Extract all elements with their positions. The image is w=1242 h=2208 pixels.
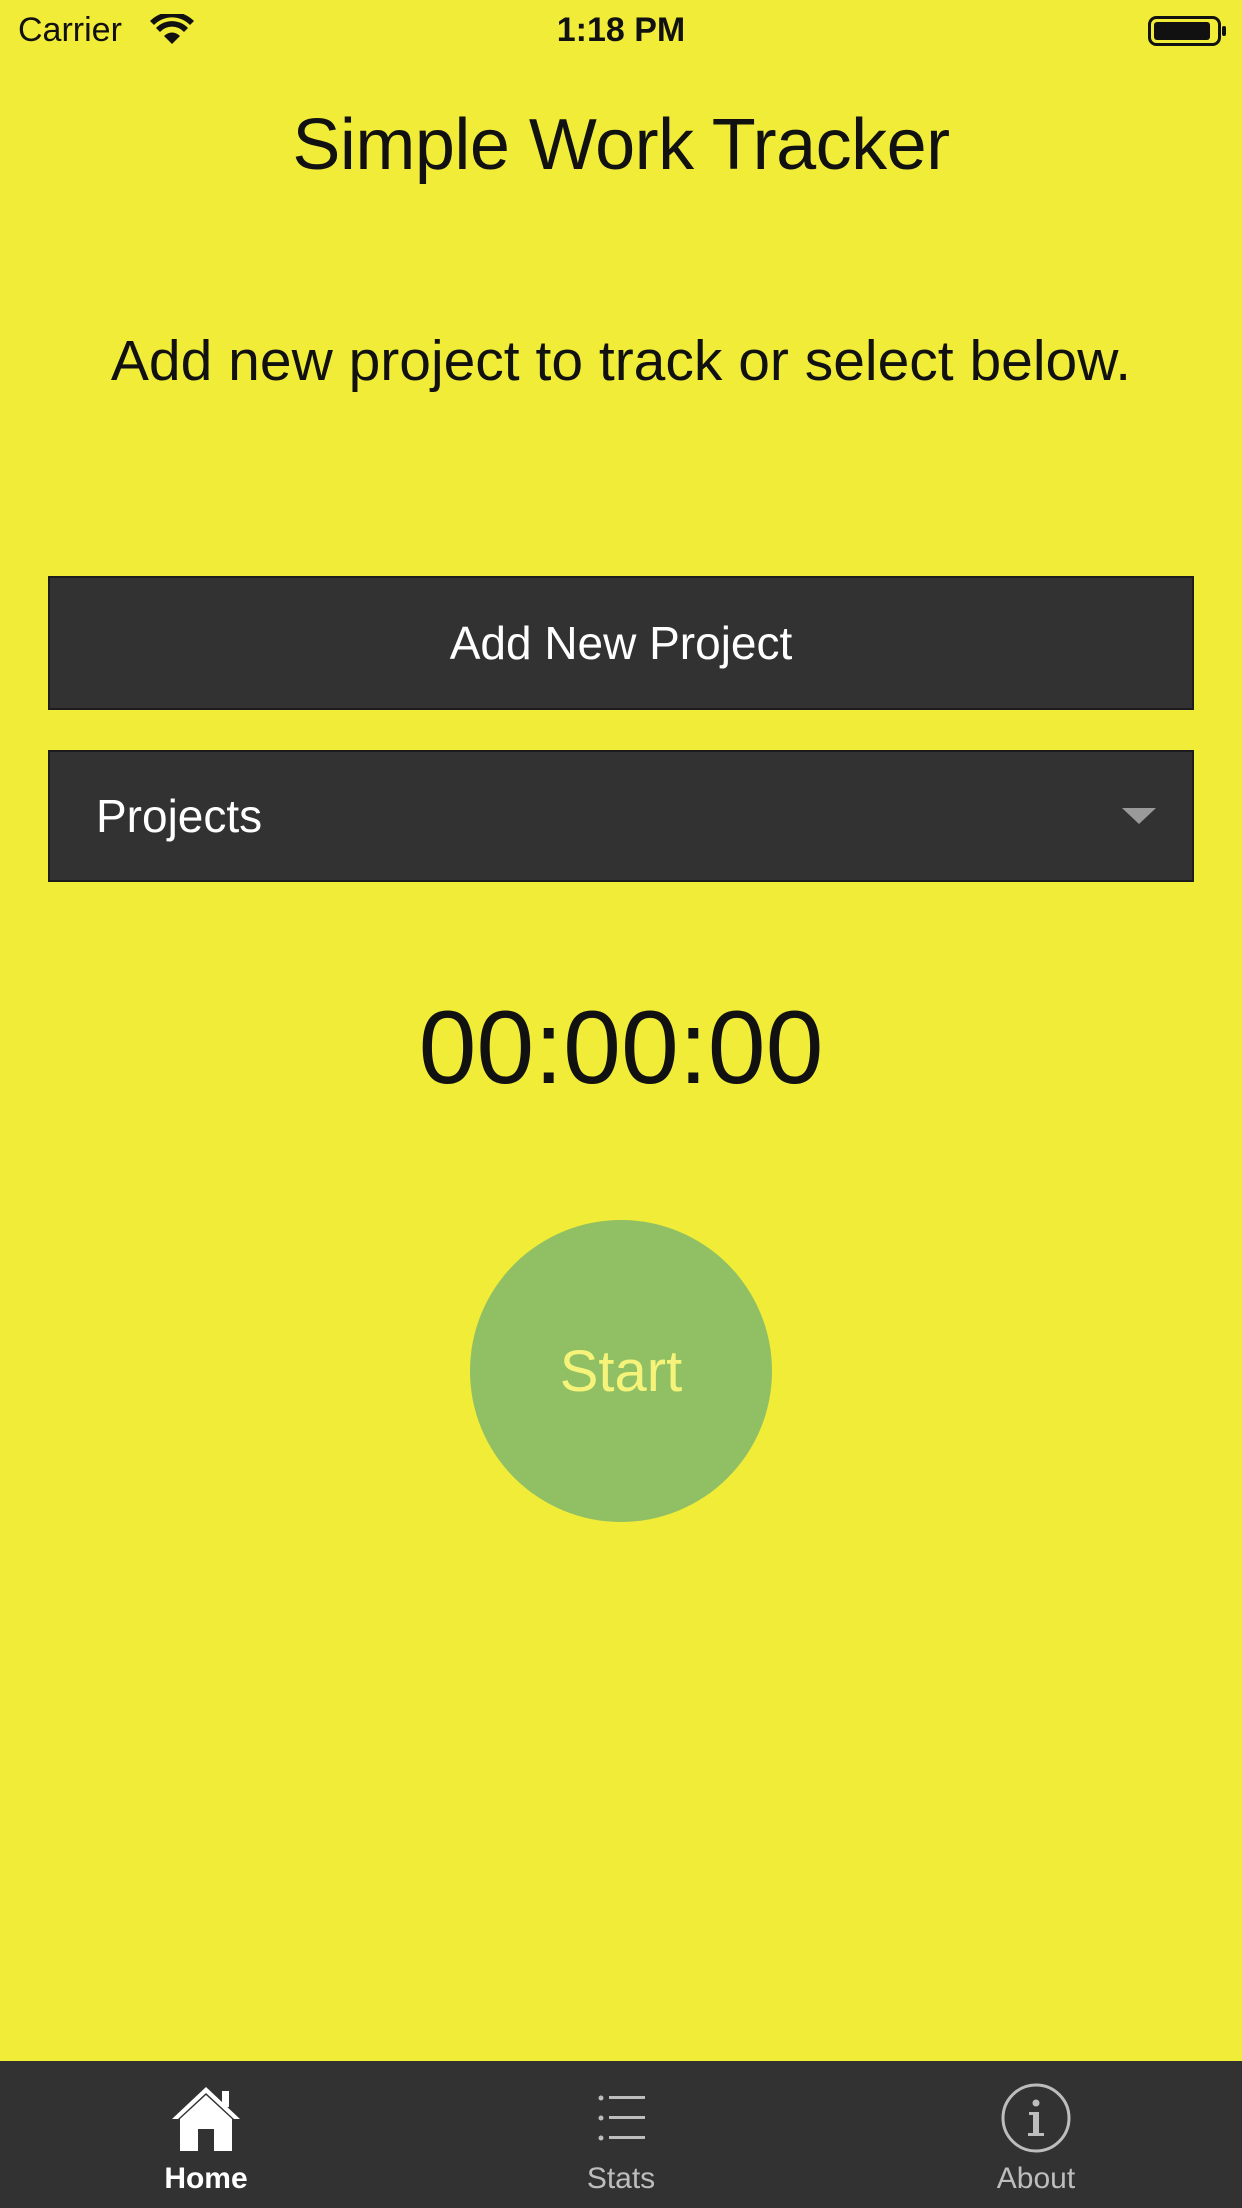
add-new-project-button[interactable]: Add New Project [48, 576, 1194, 710]
status-bar: Carrier 1:18 PM [0, 0, 1242, 60]
tab-about-label: About [996, 2162, 1076, 2195]
tab-home[interactable]: Home [56, 2061, 356, 2208]
projects-dropdown-label: Projects [96, 790, 263, 842]
page-title: Simple Work Tracker [292, 105, 950, 185]
instruction-text: Add new project to track or select below… [110, 329, 1132, 393]
info-icon [1001, 2083, 1071, 2153]
tab-stats[interactable]: Stats [471, 2061, 771, 2208]
tab-stats-label: Stats [586, 2162, 656, 2195]
home-icon [172, 2087, 240, 2151]
start-button[interactable]: Start [470, 1220, 772, 1522]
tab-about[interactable]: About [886, 2061, 1186, 2208]
list-icon [598, 2095, 645, 2141]
tab-home-label: Home [164, 2162, 248, 2195]
battery-icon [1148, 16, 1226, 46]
tab-bar: Home Stats About [0, 2061, 1242, 2208]
timer-display: 00:00:00 [418, 990, 824, 1106]
chevron-down-icon [1122, 808, 1156, 824]
status-time: 1:18 PM [556, 11, 686, 49]
projects-dropdown[interactable]: Projects [48, 750, 1194, 882]
